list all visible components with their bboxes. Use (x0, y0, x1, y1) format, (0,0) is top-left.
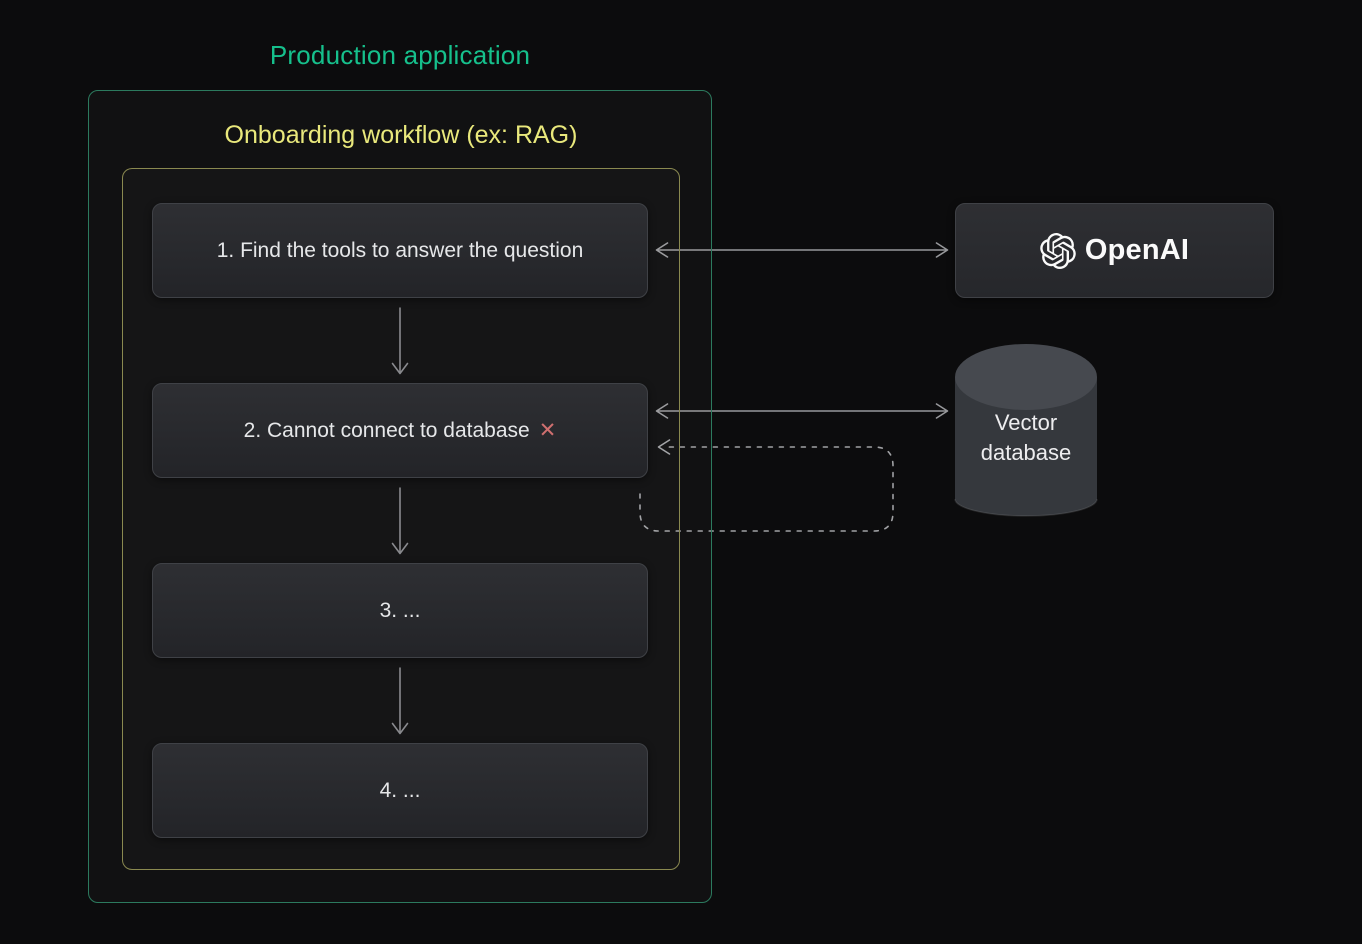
step-4-label: 4. ... (380, 779, 421, 803)
openai-label: OpenAI (1085, 234, 1189, 267)
workflow-title: Onboarding workflow (ex: RAG) (122, 121, 680, 150)
workflow-step-3: 3. ... (152, 563, 648, 658)
openai-logo-icon (1040, 233, 1076, 269)
diagram-canvas: Production application Onboarding workfl… (0, 0, 1362, 944)
vector-database-label: Vector database (956, 408, 1096, 469)
step-2-fail-icon: ✕ (539, 418, 557, 443)
step-1-label: 1. Find the tools to answer the question (217, 239, 584, 263)
workflow-step-2: 2. Cannot connect to database ✕ (152, 383, 648, 478)
production-title: Production application (88, 40, 712, 71)
step-3-label: 3. ... (380, 599, 421, 623)
workflow-step-1: 1. Find the tools to answer the question (152, 203, 648, 298)
openai-node: OpenAI (955, 203, 1274, 298)
workflow-step-4: 4. ... (152, 743, 648, 838)
step-2-label: 2. Cannot connect to database (244, 419, 530, 443)
